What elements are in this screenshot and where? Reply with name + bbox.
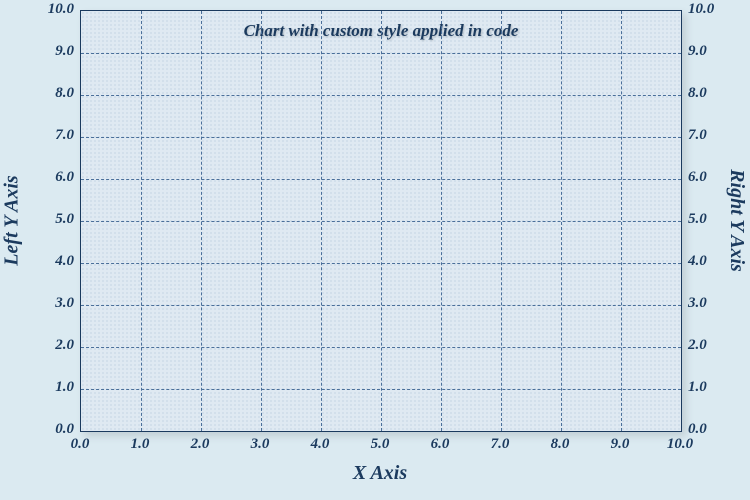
grid-line-horizontal xyxy=(81,263,681,264)
chart-container: Chart with custom style applied in code … xyxy=(0,0,750,500)
y-tick-label-right: 1.0 xyxy=(688,379,744,396)
y-tick-label-left: 8.0 xyxy=(18,85,74,102)
grid-line-horizontal xyxy=(81,221,681,222)
y-tick-label-left: 0.0 xyxy=(18,421,74,438)
grid-line-horizontal xyxy=(81,389,681,390)
y-tick-label-left: 9.0 xyxy=(18,43,74,60)
y-tick-label-right: 8.0 xyxy=(688,85,744,102)
grid-line-horizontal xyxy=(81,347,681,348)
y-tick-label-right: 4.0 xyxy=(688,253,744,270)
x-tick-label: 8.0 xyxy=(535,436,585,453)
x-tick-label: 10.0 xyxy=(655,436,705,453)
x-tick-label: 0.0 xyxy=(55,436,105,453)
y-tick-label-right: 3.0 xyxy=(688,295,744,312)
y-tick-label-left: 7.0 xyxy=(18,127,74,144)
x-tick-label: 4.0 xyxy=(295,436,345,453)
y-tick-label-left: 4.0 xyxy=(18,253,74,270)
y-tick-label-right: 6.0 xyxy=(688,169,744,186)
x-tick-label: 7.0 xyxy=(475,436,525,453)
plot-area: Chart with custom style applied in code xyxy=(80,10,682,432)
y-tick-label-left: 6.0 xyxy=(18,169,74,186)
y-tick-label-left: 3.0 xyxy=(18,295,74,312)
y-tick-label-right: 0.0 xyxy=(688,421,744,438)
x-tick-label: 2.0 xyxy=(175,436,225,453)
y-tick-label-right: 10.0 xyxy=(688,1,744,18)
y-tick-label-right: 9.0 xyxy=(688,43,744,60)
y-tick-label-left: 1.0 xyxy=(18,379,74,396)
x-tick-label: 6.0 xyxy=(415,436,465,453)
x-tick-label: 3.0 xyxy=(235,436,285,453)
x-axis-label: X Axis xyxy=(80,462,680,485)
y-tick-label-right: 7.0 xyxy=(688,127,744,144)
grid-line-horizontal xyxy=(81,53,681,54)
x-tick-label: 1.0 xyxy=(115,436,165,453)
y-tick-label-right: 5.0 xyxy=(688,211,744,228)
x-tick-label: 5.0 xyxy=(355,436,405,453)
grid-line-horizontal xyxy=(81,137,681,138)
y-tick-label-left: 2.0 xyxy=(18,337,74,354)
y-tick-label-right: 2.0 xyxy=(688,337,744,354)
x-tick-label: 9.0 xyxy=(595,436,645,453)
grid-line-horizontal xyxy=(81,305,681,306)
y-tick-label-left: 10.0 xyxy=(18,1,74,18)
grid-line-horizontal xyxy=(81,95,681,96)
grid-line-horizontal xyxy=(81,179,681,180)
y-tick-label-left: 5.0 xyxy=(18,211,74,228)
